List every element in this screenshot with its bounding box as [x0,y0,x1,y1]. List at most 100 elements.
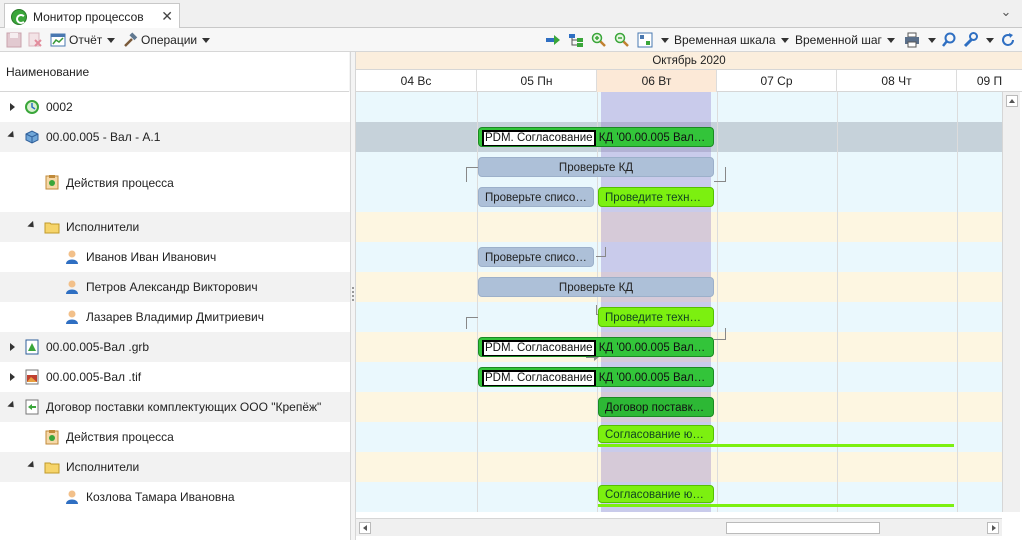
settings-menu[interactable] [962,31,994,49]
today-highlight [601,92,711,512]
collapse-icon[interactable] [7,130,17,141]
view-options-menu[interactable] [637,31,669,49]
toolbar: Отчёт Операции Временная шкала Временной… [0,28,1022,52]
hierarchy-icon [569,34,583,47]
gantt-task-bar[interactable]: Проведите технолог... [598,307,714,327]
zoom-out-icon [614,32,629,47]
node-label: Договор поставки комплектующих ООО "Креп… [46,400,322,414]
timescale-menu[interactable]: Временная шкала [674,31,789,49]
horizontal-scrollbar[interactable] [356,518,1002,536]
dependency-line [466,317,478,329]
node-label: Иванов Иван Иванович [86,250,217,264]
scroll-up-icon[interactable] [1006,95,1018,107]
grb-file-icon [25,339,39,355]
zoom-out-button[interactable] [614,31,633,49]
node-label: Козлова Тамара Ивановна [86,490,235,504]
expand-all-button[interactable] [545,31,564,49]
day-gridline [597,92,598,512]
tree-row[interactable]: Иванов Иван Иванович [0,242,350,272]
expand-icon[interactable] [10,373,15,381]
tree-row-selected[interactable]: 00.00.005 - Вал - А.1 [0,122,350,152]
tree-row[interactable]: Исполнители [0,452,350,482]
tree-row[interactable]: Действия процесса [0,422,350,452]
user-icon [66,310,78,324]
gantt-task-bar[interactable]: Проведите технолог... [598,187,714,207]
expand-icon[interactable] [10,103,15,111]
chevron-down-icon[interactable]: ⌄ [998,4,1014,20]
search-icon [942,32,956,47]
print-menu[interactable] [904,31,936,49]
part-icon [25,130,39,144]
tree-row[interactable]: 0002 [0,92,350,122]
scroll-right-icon[interactable] [987,522,999,534]
gantt-chart: Октябрь 2020 04 Вс 05 Пн 06 Вт 07 Ср 08 … [356,52,1022,540]
chevron-down-icon [661,37,669,43]
collapse-icon[interactable] [7,400,17,411]
gantt-task-bar[interactable]: Согласование юрис... [598,485,714,503]
report-menu[interactable]: Отчёт [50,31,116,49]
day-header-cell: 07 Ср [717,70,837,92]
expand-icon[interactable] [10,343,15,351]
tree-row[interactable]: Исполнители [0,212,350,242]
tab-strip: Монитор процессов ✕ ⌄ [0,0,1022,29]
refresh-button[interactable] [1000,31,1019,49]
report-label: Отчёт [69,33,103,47]
gantt-task-bar[interactable]: Проверьте КД [478,157,714,177]
gantt-task-bar[interactable]: PDM. Согласование КД '00.00.005 Вал ' - … [478,337,714,357]
day-gridline [837,92,838,512]
timescale-label: Временная шкала [674,33,776,47]
tree-structure-button[interactable] [568,31,587,49]
tab-title: Монитор процессов [33,9,144,24]
tif-file-icon [25,369,39,385]
user-icon [66,280,78,294]
gantt-task-bar[interactable]: Проверьте список с... [478,247,594,267]
process-monitor-icon [11,8,27,25]
chevron-down-icon [780,37,789,43]
tree-row[interactable]: Петров Александр Викторович [0,272,350,302]
tree-row[interactable]: 00.00.005-Вал .grb [0,332,350,362]
scrollbar-thumb[interactable] [726,522,880,534]
month-header: Октябрь 2020 [356,52,1022,70]
timestep-menu[interactable]: Временной шаг [795,31,895,49]
zoom-in-icon [591,32,606,47]
tree-row[interactable]: Договор поставки комплектующих ООО "Креп… [0,392,350,422]
search-button[interactable] [941,31,960,49]
chevron-down-icon [202,37,211,43]
close-tab-icon[interactable]: ✕ [161,8,173,25]
operations-label: Операции [141,33,198,47]
task-label: Проведите технолог... [605,312,714,324]
tree-column-header[interactable]: Наименование [0,52,367,92]
vertical-scrollbar[interactable] [1002,92,1020,512]
tree-row[interactable]: Действия процесса [0,152,350,212]
grid-view-icon [637,32,653,48]
task-label: Согласование юрис... [605,489,714,501]
tab-process-monitor[interactable]: Монитор процессов ✕ [4,3,180,29]
node-label: 00.00.005-Вал .tif [46,370,142,384]
day-header-cell-today: 06 Вт [597,70,717,92]
refresh-icon [1002,33,1014,46]
operations-menu[interactable]: Операции [122,31,211,49]
printer-icon [905,32,919,48]
collapse-icon[interactable] [27,460,37,471]
gantt-task-bar[interactable]: Согласование юрис... [598,425,714,443]
task-label: КД '00.00.005 Вал ' - 40% [598,132,713,144]
gantt-task-bar[interactable]: Договор поставки к... [598,397,714,417]
gantt-task-bar[interactable]: PDM. Согласование КД '00.00.005 Вал ' - … [478,127,714,147]
task-label: Проверьте КД [558,162,634,174]
gantt-task-bar[interactable]: Проверьте КД [478,277,714,297]
tree-row[interactable]: 00.00.005-Вал .tif [0,362,350,392]
hammer-icon [124,32,138,47]
tree-row[interactable]: Козлова Тамара Ивановна [0,482,350,512]
scroll-left-icon[interactable] [359,522,371,534]
zoom-in-button[interactable] [591,31,610,49]
collapse-icon[interactable] [27,220,37,231]
gantt-task-bar[interactable]: Проверьте список с... [478,187,594,207]
day-header-cell: 04 Вс [356,70,477,92]
save-button[interactable] [6,31,25,49]
user-icon [66,490,78,504]
tree-row[interactable]: Лазарев Владимир Дмитриевич [0,302,350,332]
node-label: Действия процесса [66,430,174,444]
node-label: 00.00.005-Вал .grb [46,340,150,354]
delete-button[interactable] [27,31,46,49]
gantt-task-bar[interactable]: PDM. Согласование КД '00.00.005 Вал ' - … [478,367,714,387]
